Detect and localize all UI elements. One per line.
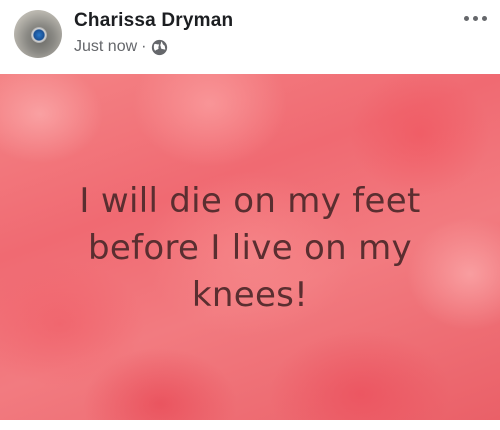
more-options-button[interactable] [460,8,490,28]
author-name[interactable]: Charissa Dryman [74,10,233,32]
more-options-icon [481,15,487,21]
post-footer-edge [0,420,500,430]
meta-separator: · [141,38,147,55]
post-header: Charissa Dryman Just now · [0,0,500,74]
globe-icon[interactable] [151,39,168,56]
post-text: I will die on my feet before I live on m… [79,181,421,315]
more-options-icon [472,15,478,21]
timestamp[interactable]: Just now [74,38,137,56]
avatar-ring-image [31,27,47,43]
avatar[interactable] [14,10,62,58]
post-meta: Just now · [74,38,168,56]
post-background[interactable]: I will die on my feet before I live on m… [0,74,500,420]
more-options-icon [463,15,469,21]
